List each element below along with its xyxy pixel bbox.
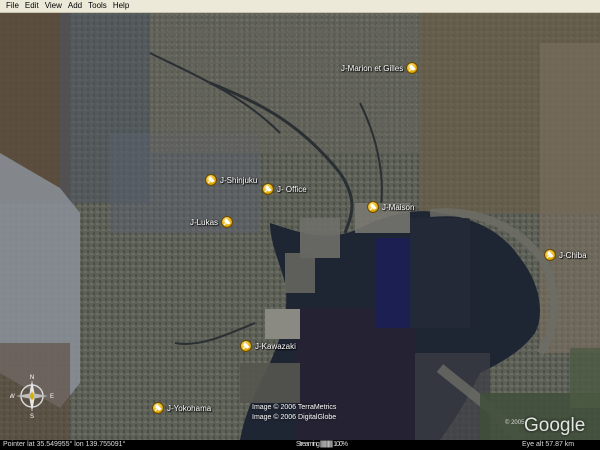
placemark-label: J-Marion et Gilles (341, 63, 404, 73)
pushpin-icon[interactable] (262, 183, 274, 195)
placemark-label: J-Chiba (559, 250, 587, 260)
compass-rose-icon[interactable]: N S E W (9, 374, 54, 420)
eye-altitude: Eye alt 57.87 km (522, 441, 575, 448)
map-viewport[interactable]: J-Marion et Gilles J-Shinjuku J- Office … (0, 13, 600, 440)
placemark-label: J- Office (277, 184, 307, 194)
menu-tools[interactable]: Tools (85, 0, 110, 12)
placemark-maison[interactable]: J-Maison (367, 201, 414, 213)
placemark-label: J-Yokohama (167, 403, 212, 413)
placemark-chiba[interactable]: J-Chiba (544, 249, 587, 261)
pushpin-icon[interactable] (221, 216, 234, 228)
placemark-shinjuku[interactable]: J-Shinjuku (205, 174, 257, 186)
menu-help[interactable]: Help (110, 0, 132, 12)
pushpin-icon[interactable] (544, 249, 556, 261)
streaming-progress: Streaming ||||||||||||||| 100% (296, 441, 348, 448)
placemark-label: J-Kawazaki (255, 341, 296, 351)
placemark-label: J-Lukas (190, 217, 219, 227)
google-logo: Google (524, 415, 586, 436)
placemark-lukas[interactable]: J-Lukas (190, 216, 234, 228)
imagery-credits: Image © 2006 TerraMetrics Image © 2006 D… (252, 403, 336, 423)
compass-east: E (50, 394, 54, 400)
status-bar: Pointer lat 35.549955° lon 139.755091° S… (0, 440, 600, 450)
pushpin-icon[interactable] (406, 62, 419, 74)
credit-terrametrics: Image © 2006 TerraMetrics (252, 404, 337, 411)
menu-file[interactable]: File (3, 0, 22, 12)
placemark-marion-et-gilles[interactable]: J-Marion et Gilles (341, 62, 419, 74)
pushpin-icon[interactable] (367, 201, 379, 213)
compass-north: N (30, 375, 34, 381)
placemark-yokohama[interactable]: J-Yokohama (152, 402, 211, 414)
credit-digitalglobe: Image © 2006 DigitalGlobe (252, 414, 337, 421)
menu-view[interactable]: View (42, 0, 65, 12)
menu-bar: File Edit View Add Tools Help (0, 0, 600, 13)
logo-copyright: © 2005 (505, 420, 525, 426)
menu-add[interactable]: Add (65, 0, 85, 12)
compass-west: W (10, 394, 15, 400)
placemark-label: J-Maison (382, 202, 415, 212)
menu-edit[interactable]: Edit (22, 0, 42, 12)
placemark-kawazaki[interactable]: J-Kawazaki (240, 340, 296, 352)
placemark-label: J-Shinjuku (220, 175, 258, 185)
placemark-office[interactable]: J- Office (262, 183, 307, 195)
pushpin-icon[interactable] (240, 340, 252, 352)
pointer-coordinates: Pointer lat 35.549955° lon 139.755091° (3, 441, 126, 448)
pushpin-icon[interactable] (152, 402, 164, 414)
pushpin-icon[interactable] (205, 174, 217, 186)
compass-south: S (30, 414, 34, 418)
satellite-imagery (0, 13, 600, 440)
